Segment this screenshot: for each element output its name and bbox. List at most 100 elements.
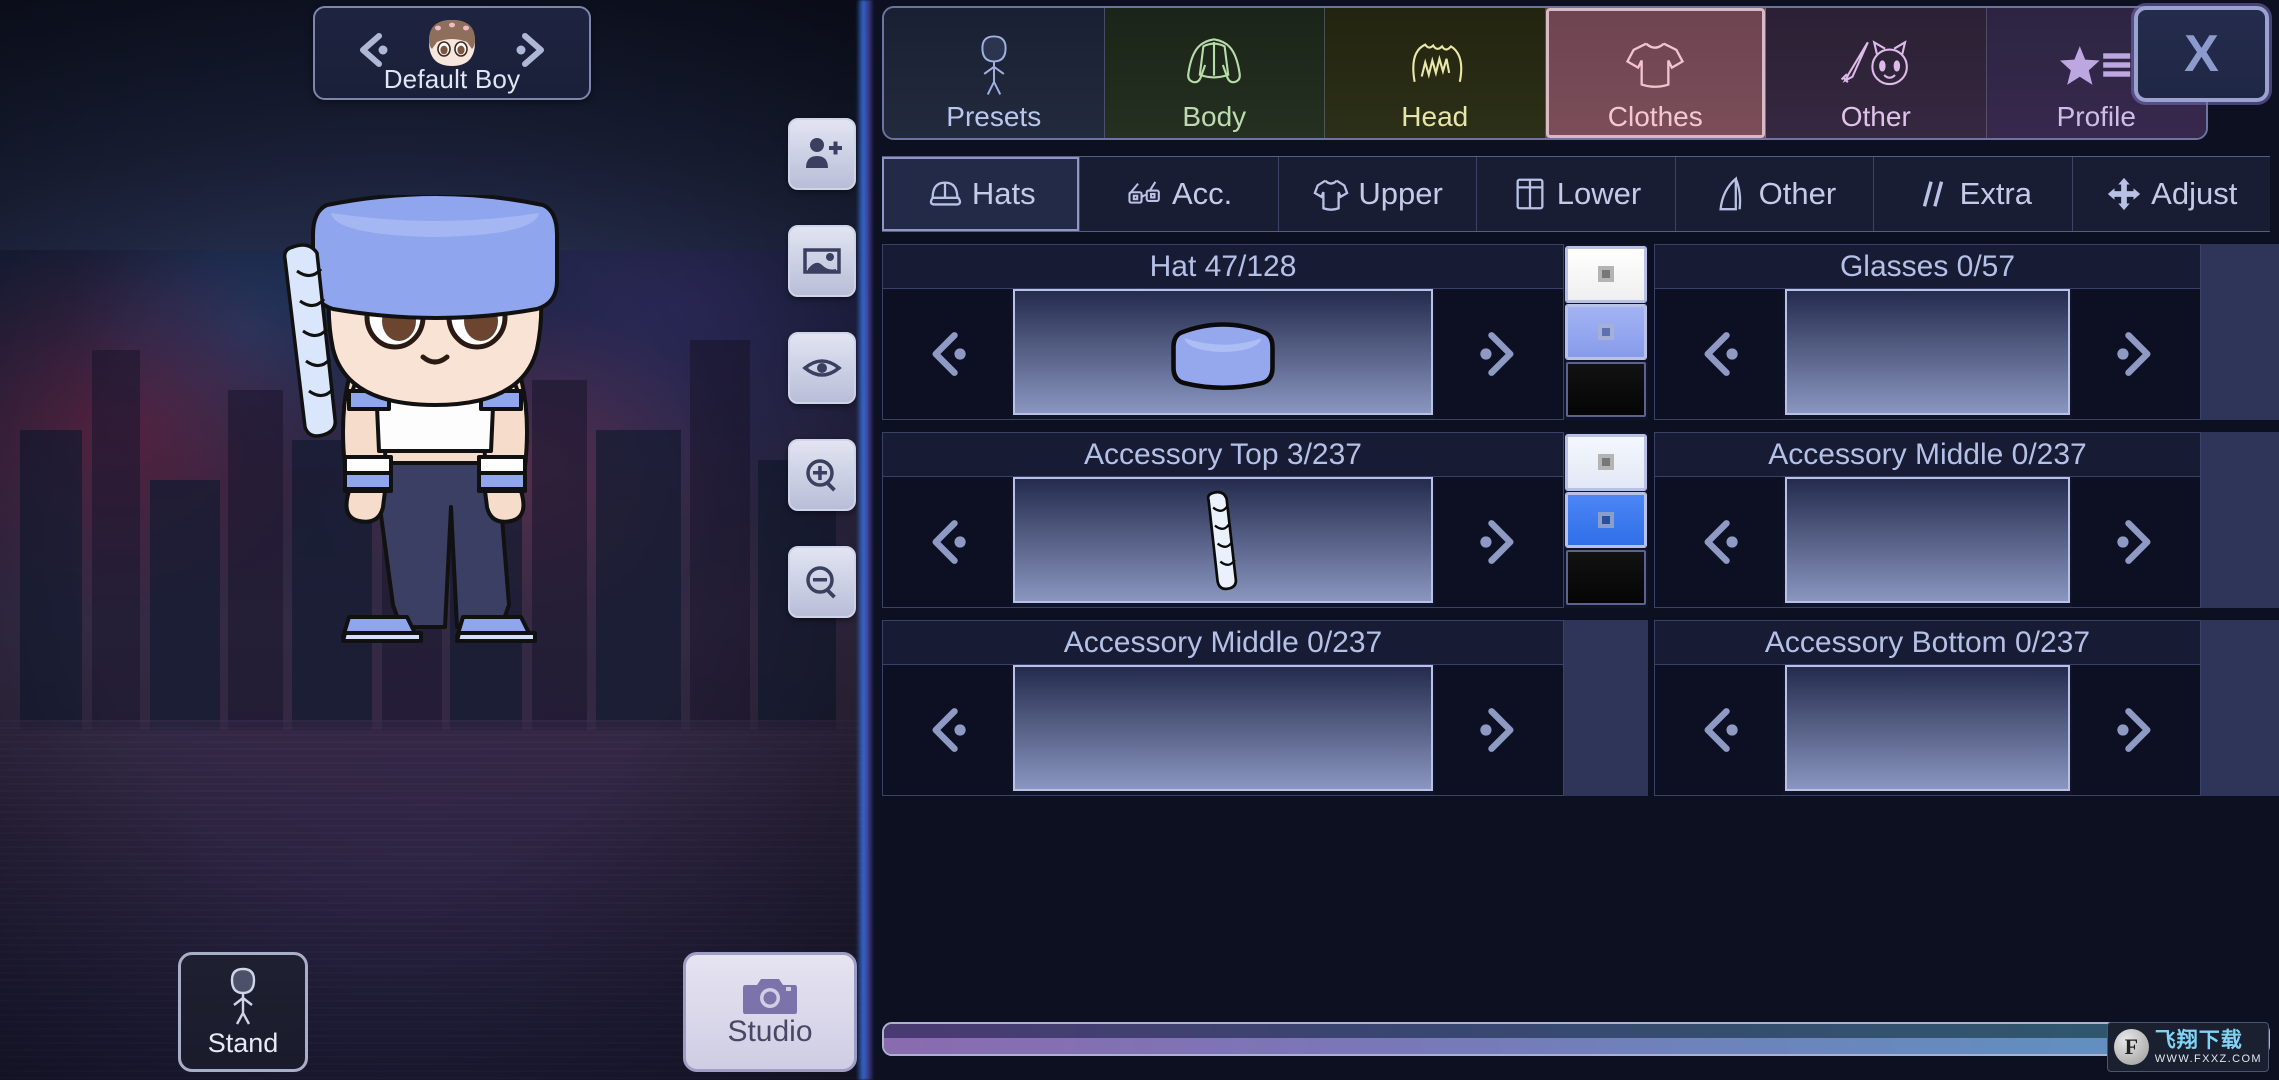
add-person-button[interactable]	[788, 118, 856, 190]
tab-head[interactable]: Head	[1325, 8, 1546, 138]
category-tab-bar: Presets Body Head Clothes Other Profile	[882, 6, 2208, 140]
jacket-icon	[1183, 28, 1245, 102]
gradient-bottom	[884, 1037, 2268, 1054]
slot-accessory-middle-1-prev[interactable]	[1655, 477, 1783, 607]
slot-accessory-top-preview[interactable]	[1013, 477, 1433, 603]
tab-clothes-label: Clothes	[1607, 101, 1703, 132]
slot-accessory-top-prev[interactable]	[883, 477, 1011, 607]
swatch-hat-1[interactable]	[1566, 247, 1646, 302]
slot-accessory-top-swatches	[1564, 432, 1648, 608]
gradient-top	[884, 1024, 2268, 1038]
watermark: F 飞翔下载 WWW.FXXZ.COM	[2107, 1022, 2269, 1072]
slot-glasses-prev[interactable]	[1655, 289, 1783, 419]
panel-edge-glow	[856, 0, 874, 1080]
slot-hat-prev[interactable]	[883, 289, 1011, 419]
slot-accessory-middle-1-next[interactable]	[2072, 477, 2200, 607]
move-icon	[2108, 177, 2141, 211]
slot-accessory-top-title: Accessory Top 3/237	[883, 433, 1563, 477]
slot-glasses-title: Glasses 0/57	[1655, 245, 2200, 289]
tab-other[interactable]: Other	[1766, 8, 1987, 138]
subtab-other[interactable]: Other	[1676, 157, 1875, 231]
slot-accessory-bottom-prev[interactable]	[1655, 665, 1783, 795]
tab-profile-label: Profile	[2056, 101, 2136, 132]
tab-body[interactable]: Body	[1104, 8, 1325, 138]
slot-accessory-middle-2-preview[interactable]	[1013, 665, 1433, 791]
pants-icon	[1516, 178, 1544, 210]
subtab-lower[interactable]: Lower	[1477, 157, 1676, 231]
slot-glasses-swatch-placeholder	[2201, 244, 2279, 420]
slot-accessory-middle-2: Accessory Middle 0/237	[882, 620, 1564, 796]
slot-hat-swatches	[1564, 244, 1648, 420]
gacha-character-editor: Default Boy Stand Studio Presets Body He…	[0, 0, 2279, 1080]
slot-accessory-middle-1: Accessory Middle 0/237	[1654, 432, 2201, 608]
studio-label: Studio	[727, 1015, 813, 1048]
zoom-out-button[interactable]	[788, 546, 856, 618]
tab-presets[interactable]: Presets	[884, 8, 1105, 138]
slot-accessory-middle-1-preview[interactable]	[1785, 477, 2070, 603]
white-braid	[1206, 490, 1238, 591]
stage-tool-rail	[788, 118, 856, 653]
character-preview-stage: Default Boy Stand Studio	[0, 0, 868, 1080]
slot-glasses-next[interactable]	[2072, 289, 2200, 419]
subtab-extra-label: Extra	[1959, 176, 2032, 211]
slot-accessory-top-next[interactable]	[1435, 477, 1563, 607]
slot-accessory-middle-2-prev[interactable]	[883, 665, 1011, 795]
close-icon: X	[2184, 25, 2219, 83]
swatch-acctop-1[interactable]	[1566, 435, 1646, 490]
swatch-acctop-2[interactable]	[1566, 492, 1646, 548]
cap-icon	[929, 181, 961, 206]
slashes-icon	[1922, 181, 1943, 207]
star-list-icon	[2060, 28, 2132, 102]
subtab-hats[interactable]: Hats	[882, 157, 1081, 231]
subtab-acc[interactable]: Acc.	[1080, 157, 1279, 231]
slot-accessory-middle-2-next[interactable]	[1435, 665, 1563, 795]
image-icon	[803, 248, 841, 274]
slot-hat-next[interactable]	[1435, 289, 1563, 419]
swatch-hat-3[interactable]	[1566, 362, 1646, 418]
visibility-button[interactable]	[788, 332, 856, 404]
studio-button[interactable]: Studio	[683, 952, 857, 1072]
slot-accessory-bottom-next[interactable]	[2072, 665, 2200, 795]
subtab-hats-label: Hats	[971, 176, 1036, 211]
editor-panel: Presets Body Head Clothes Other Profile …	[868, 0, 2279, 1080]
swatch-acctop-3[interactable]	[1566, 550, 1646, 606]
slot-glasses-preview[interactable]	[1785, 289, 2070, 415]
color-gradient-slider[interactable]	[882, 1022, 2270, 1056]
zoom-in-icon	[806, 459, 836, 492]
zoom-in-button[interactable]	[788, 439, 856, 511]
preset-selector[interactable]: Default Boy	[313, 6, 591, 100]
camera-icon	[743, 979, 797, 1014]
subtab-lower-label: Lower	[1556, 176, 1642, 211]
subcategory-tab-bar: Hats Acc. Upper Lower Other Extra Adjust	[882, 156, 2270, 232]
cape-icon	[1718, 176, 1741, 211]
slot-accessory-bottom: Accessory Bottom 0/237	[1654, 620, 2201, 796]
slot-hat: Hat 47/128	[882, 244, 1564, 420]
subtab-adjust[interactable]: Adjust	[2073, 157, 2270, 231]
close-button[interactable]: X	[2134, 6, 2269, 102]
tab-presets-label: Presets	[946, 101, 1042, 132]
slot-accessory-bottom-title: Accessory Bottom 0/237	[1655, 621, 2200, 665]
watermark-logo-icon: F	[2114, 1029, 2149, 1065]
stand-label: Stand	[207, 1027, 279, 1058]
slot-hat-title: Hat 47/128	[883, 245, 1563, 289]
tab-body-label: Body	[1182, 101, 1247, 132]
subtab-extra[interactable]: Extra	[1874, 157, 2073, 231]
stand-button[interactable]: Stand	[178, 952, 308, 1072]
subtab-other-label: Other	[1758, 176, 1837, 211]
preset-name-label: Default Boy	[383, 64, 521, 94]
watermark-cn-text: 飞翔下载	[2154, 1028, 2243, 1052]
slot-accessory-middle-2-swatch-placeholder	[1564, 620, 1648, 796]
character-avatar[interactable]	[245, 195, 625, 655]
glasses-icon	[1128, 181, 1160, 204]
blue-pillbox-hat	[1171, 322, 1275, 390]
hair-icon	[1404, 28, 1466, 102]
eye-icon	[802, 359, 842, 377]
slot-accessory-bottom-preview[interactable]	[1785, 665, 2070, 791]
subtab-upper[interactable]: Upper	[1279, 157, 1478, 231]
swatch-hat-2[interactable]	[1566, 304, 1646, 360]
slot-accessory-middle-2-title: Accessory Middle 0/237	[883, 621, 1563, 665]
tab-clothes[interactable]: Clothes	[1545, 8, 1766, 138]
background-button[interactable]	[788, 225, 856, 297]
standing-figure-icon	[230, 967, 256, 1025]
slot-hat-preview[interactable]	[1013, 289, 1433, 415]
